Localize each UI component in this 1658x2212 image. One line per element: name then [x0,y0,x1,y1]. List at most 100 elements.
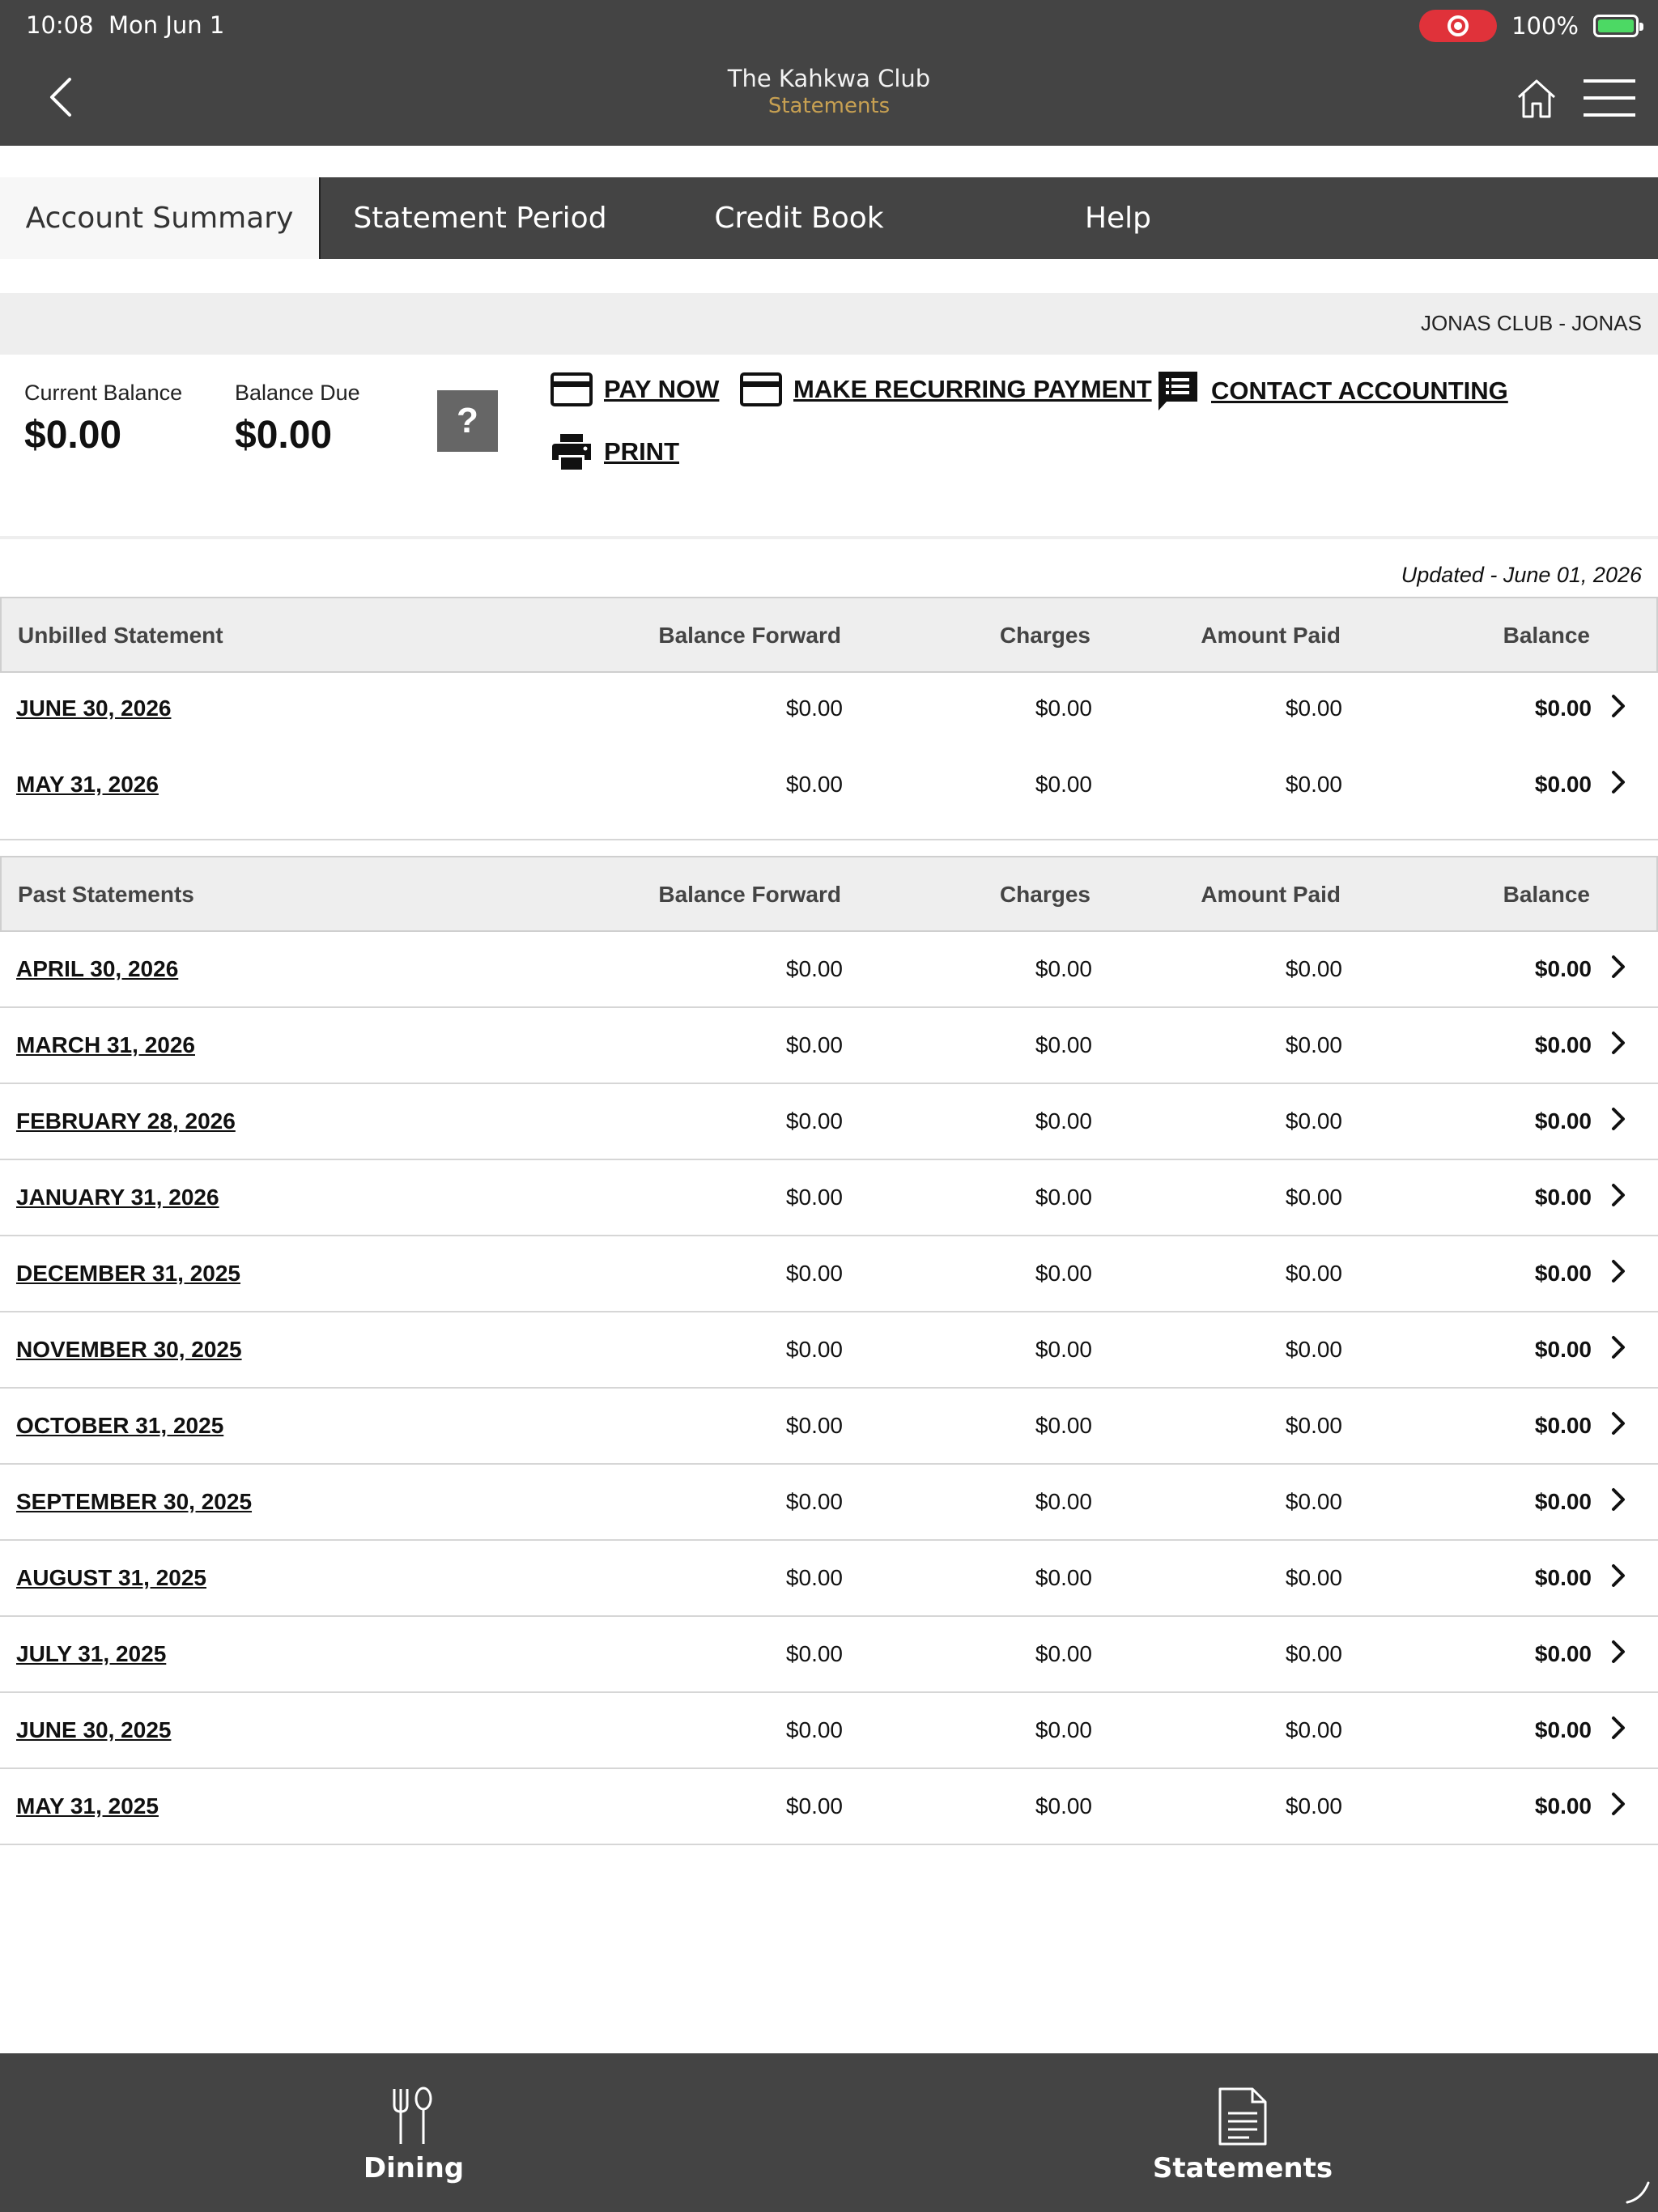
statement-row[interactable]: JULY 31, 2025 $0.00 $0.00 $0.00 $0.00 [0,1617,1658,1693]
print-button[interactable]: PRINT [551,432,679,471]
amount-paid-value: $0.00 [1285,1489,1342,1514]
statement-row[interactable]: NOVEMBER 30, 2025 $0.00 $0.00 $0.00 $0.00 [0,1312,1658,1389]
pay-now-button[interactable]: PAY NOW [551,372,719,406]
document-icon [1218,2087,1267,2146]
battery-icon [1593,15,1643,37]
nav-dining[interactable]: Dining [353,2053,474,2212]
chevron-right-icon[interactable] [1611,1183,1626,1207]
balance-forward-value: $0.00 [785,1337,843,1362]
statement-row[interactable]: MARCH 31, 2026 $0.00 $0.00 $0.00 $0.00 [0,1008,1658,1084]
tab-account-summary[interactable]: Account Summary [0,177,321,259]
chevron-right-icon[interactable] [1611,1259,1626,1283]
status-indicators: 100% [1419,10,1643,42]
chevron-right-icon[interactable] [1611,1487,1626,1512]
balance-forward-value: $0.00 [785,1793,843,1819]
status-time: 10:08 Mon Jun 1 [26,11,224,39]
charges-value: $0.00 [1035,1185,1092,1210]
contact-accounting-button[interactable]: CONTACT ACCOUNTING [1156,369,1508,413]
statement-row[interactable]: FEBRUARY 28, 2026 $0.00 $0.00 $0.00 $0.00 [0,1084,1658,1160]
club-name: JONAS CLUB - JONAS [1420,311,1642,335]
fork-spoon-icon [393,2087,432,2144]
amount-paid-value: $0.00 [1285,1793,1342,1819]
screen-recording-icon[interactable] [1419,10,1498,42]
statement-date-link[interactable]: MAY 31, 2026 [16,772,159,798]
tab-credit-book[interactable]: Credit Book [640,177,959,259]
chevron-right-icon[interactable] [1611,770,1626,794]
statement-date-link[interactable]: NOVEMBER 30, 2025 [16,1337,242,1363]
balance-forward-value: $0.00 [785,1717,843,1742]
make-recurring-payment-button[interactable]: MAKE RECURRING PAYMENT [740,372,1152,406]
amount-paid-value: $0.00 [1285,1641,1342,1666]
statement-date-link[interactable]: JUNE 30, 2025 [16,1717,171,1743]
statement-row[interactable]: MAY 31, 2026 $0.00 $0.00 $0.00 $0.00 [0,747,1658,823]
current-balance-label: Current Balance [24,381,183,405]
statement-date-link[interactable]: AUGUST 31, 2025 [16,1565,206,1591]
balance-value: $0.00 [1534,1793,1592,1819]
amount-paid-value: $0.00 [1285,1032,1342,1057]
chevron-right-icon[interactable] [1611,1031,1626,1055]
chevron-right-icon[interactable] [1611,1640,1626,1664]
make-recurring-payment-label: MAKE RECURRING PAYMENT [793,375,1152,403]
chevron-right-icon[interactable] [1611,1107,1626,1131]
balance-help-button[interactable]: ? [437,390,498,452]
amount-paid-value: $0.00 [1285,1717,1342,1742]
print-label: PRINT [604,437,679,466]
statement-date-link[interactable]: APRIL 30, 2026 [16,956,178,982]
amount-paid-value: $0.00 [1285,1565,1342,1590]
balance-forward-value: $0.00 [785,1565,843,1590]
statement-row[interactable]: DECEMBER 31, 2025 $0.00 $0.00 $0.00 $0.00 [0,1236,1658,1312]
balance-forward-value: $0.00 [785,1261,843,1286]
statement-row[interactable]: JUNE 30, 2026 $0.00 $0.00 $0.00 $0.00 [0,671,1658,747]
statement-date-link[interactable]: JUNE 30, 2026 [16,696,171,721]
statement-date-link[interactable]: SEPTEMBER 30, 2025 [16,1489,252,1515]
balance-value: $0.00 [1534,1717,1592,1742]
statement-row[interactable]: APRIL 30, 2026 $0.00 $0.00 $0.00 $0.00 [0,932,1658,1008]
amount-paid-value: $0.00 [1285,1337,1342,1362]
chevron-right-icon[interactable] [1611,955,1626,979]
nav-statements[interactable]: Statements [1150,2053,1336,2212]
hamburger-menu-icon[interactable] [1584,78,1635,118]
printer-icon [552,434,591,470]
balance-forward-value: $0.00 [785,1641,843,1666]
nav-statements-label: Statements [1152,2152,1333,2184]
contact-accounting-label: CONTACT ACCOUNTING [1211,376,1508,405]
statement-date-link[interactable]: FEBRUARY 28, 2026 [16,1108,236,1134]
statement-row[interactable]: JANUARY 31, 2026 $0.00 $0.00 $0.00 $0.00 [0,1160,1658,1236]
statement-date-link[interactable]: DECEMBER 31, 2025 [16,1261,240,1287]
tab-help[interactable]: Help [959,177,1278,259]
balance-forward-value: $0.00 [785,1185,843,1210]
resize-handle-icon [1626,2181,1650,2204]
chevron-right-icon[interactable] [1611,1792,1626,1816]
home-icon[interactable] [1516,78,1558,120]
statement-row[interactable]: JUNE 30, 2025 $0.00 $0.00 $0.00 $0.00 [0,1693,1658,1769]
tab-statement-period[interactable]: Statement Period [321,177,640,259]
club-title: The Kahkwa Club [727,65,931,92]
balance-value: $0.00 [1534,1413,1592,1438]
balance-due-label: Balance Due [235,381,360,405]
chevron-right-icon[interactable] [1611,1716,1626,1740]
updated-date: Updated - June 01, 2026 [1401,563,1642,587]
column-balance-forward: Balance Forward [658,623,841,648]
statement-date-link[interactable]: MARCH 31, 2026 [16,1032,195,1058]
statement-date-link[interactable]: OCTOBER 31, 2025 [16,1413,223,1439]
status-date: Mon Jun 1 [108,11,225,39]
statement-date-link[interactable]: MAY 31, 2025 [16,1793,159,1819]
statement-date-link[interactable]: JANUARY 31, 2026 [16,1185,219,1210]
chevron-right-icon[interactable] [1611,1411,1626,1436]
chevron-right-icon[interactable] [1611,1563,1626,1588]
statement-date-link[interactable]: JULY 31, 2025 [16,1641,166,1667]
column-charges: Charges [999,882,1090,907]
statement-row[interactable]: OCTOBER 31, 2025 $0.00 $0.00 $0.00 $0.00 [0,1389,1658,1465]
statement-row[interactable]: MAY 31, 2025 $0.00 $0.00 $0.00 $0.00 [0,1769,1658,1845]
past-heading: Past Statements [18,882,194,907]
balance-value: $0.00 [1534,696,1592,721]
amount-paid-value: $0.00 [1285,1185,1342,1210]
chevron-right-icon[interactable] [1611,1335,1626,1359]
battery-percent: 100% [1511,12,1579,40]
statement-row[interactable]: AUGUST 31, 2025 $0.00 $0.00 $0.00 $0.00 [0,1541,1658,1617]
statement-row[interactable]: SEPTEMBER 30, 2025 $0.00 $0.00 $0.00 $0.00 [0,1465,1658,1541]
column-balance: Balance [1503,882,1590,907]
charges-value: $0.00 [1035,1489,1092,1514]
unbilled-table-header: Unbilled Statement Balance Forward Charg… [0,597,1658,673]
chevron-right-icon[interactable] [1611,694,1626,718]
